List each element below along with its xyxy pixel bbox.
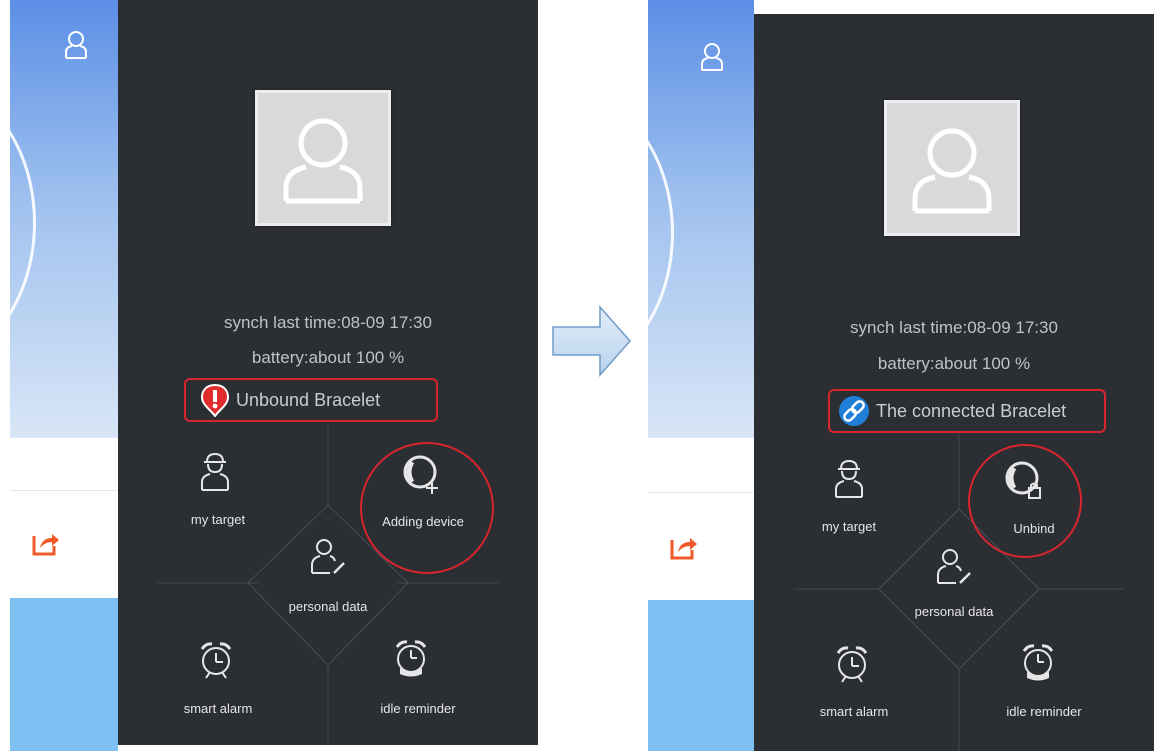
left-background bbox=[10, 0, 118, 751]
battery-level-right: battery:about 100 % bbox=[877, 354, 1031, 373]
unbind-highlight bbox=[968, 444, 1082, 558]
left-panel: synch last time:08-09 17:30 battery:abou… bbox=[118, 0, 538, 745]
sync-time-right: synch last time:08-09 17:30 bbox=[850, 318, 1058, 337]
my-target-label[interactable]: my target bbox=[173, 512, 263, 527]
transition-arrow bbox=[552, 305, 632, 377]
smart-alarm-label-right[interactable]: smart alarm bbox=[804, 704, 904, 719]
personal-data-icon-right[interactable] bbox=[934, 547, 974, 587]
status-text-right: The connected Bracelet bbox=[876, 400, 1067, 421]
status-badge[interactable]: Unbound Bracelet bbox=[184, 378, 438, 422]
battery-level: battery:about 100 % bbox=[251, 348, 405, 367]
user-icon[interactable] bbox=[62, 30, 90, 60]
device-highlight bbox=[360, 442, 494, 574]
left-blue-block bbox=[10, 598, 118, 751]
target-icon[interactable] bbox=[198, 452, 232, 492]
share-icon-right[interactable] bbox=[668, 532, 698, 560]
personal-data-icon[interactable] bbox=[308, 537, 348, 577]
idle-reminder-icon-right[interactable] bbox=[1020, 642, 1056, 684]
right-background bbox=[648, 0, 754, 751]
right-blue-block bbox=[648, 600, 754, 751]
link-icon bbox=[839, 396, 869, 426]
share-icon[interactable] bbox=[30, 528, 60, 556]
status-text: Unbound Bracelet bbox=[236, 389, 381, 410]
idle-reminder-icon[interactable] bbox=[393, 638, 429, 680]
avatar-icon bbox=[283, 118, 363, 204]
alert-icon bbox=[200, 383, 230, 417]
user-icon-right[interactable] bbox=[698, 42, 726, 72]
sync-time: synch last time:08-09 17:30 bbox=[224, 313, 432, 332]
alarm-icon-right[interactable] bbox=[834, 644, 870, 684]
my-target-label-right[interactable]: my target bbox=[804, 519, 894, 534]
avatar[interactable] bbox=[255, 90, 391, 226]
personal-data-label-right[interactable]: personal data bbox=[894, 604, 1014, 619]
status-badge-right[interactable]: The connected Bracelet bbox=[828, 389, 1106, 433]
avatar-right[interactable] bbox=[884, 100, 1020, 236]
alarm-icon[interactable] bbox=[198, 640, 234, 680]
right-panel: synch last time:08-09 17:30 battery:abou… bbox=[754, 14, 1154, 751]
personal-data-label[interactable]: personal data bbox=[268, 599, 388, 614]
avatar-icon-right bbox=[912, 128, 992, 214]
smart-alarm-label[interactable]: smart alarm bbox=[168, 701, 268, 716]
right-card bbox=[648, 492, 754, 601]
idle-reminder-label-right[interactable]: idle reminder bbox=[984, 704, 1104, 719]
idle-reminder-label[interactable]: idle reminder bbox=[358, 701, 478, 716]
target-icon-right[interactable] bbox=[832, 459, 866, 499]
left-card bbox=[10, 490, 118, 599]
